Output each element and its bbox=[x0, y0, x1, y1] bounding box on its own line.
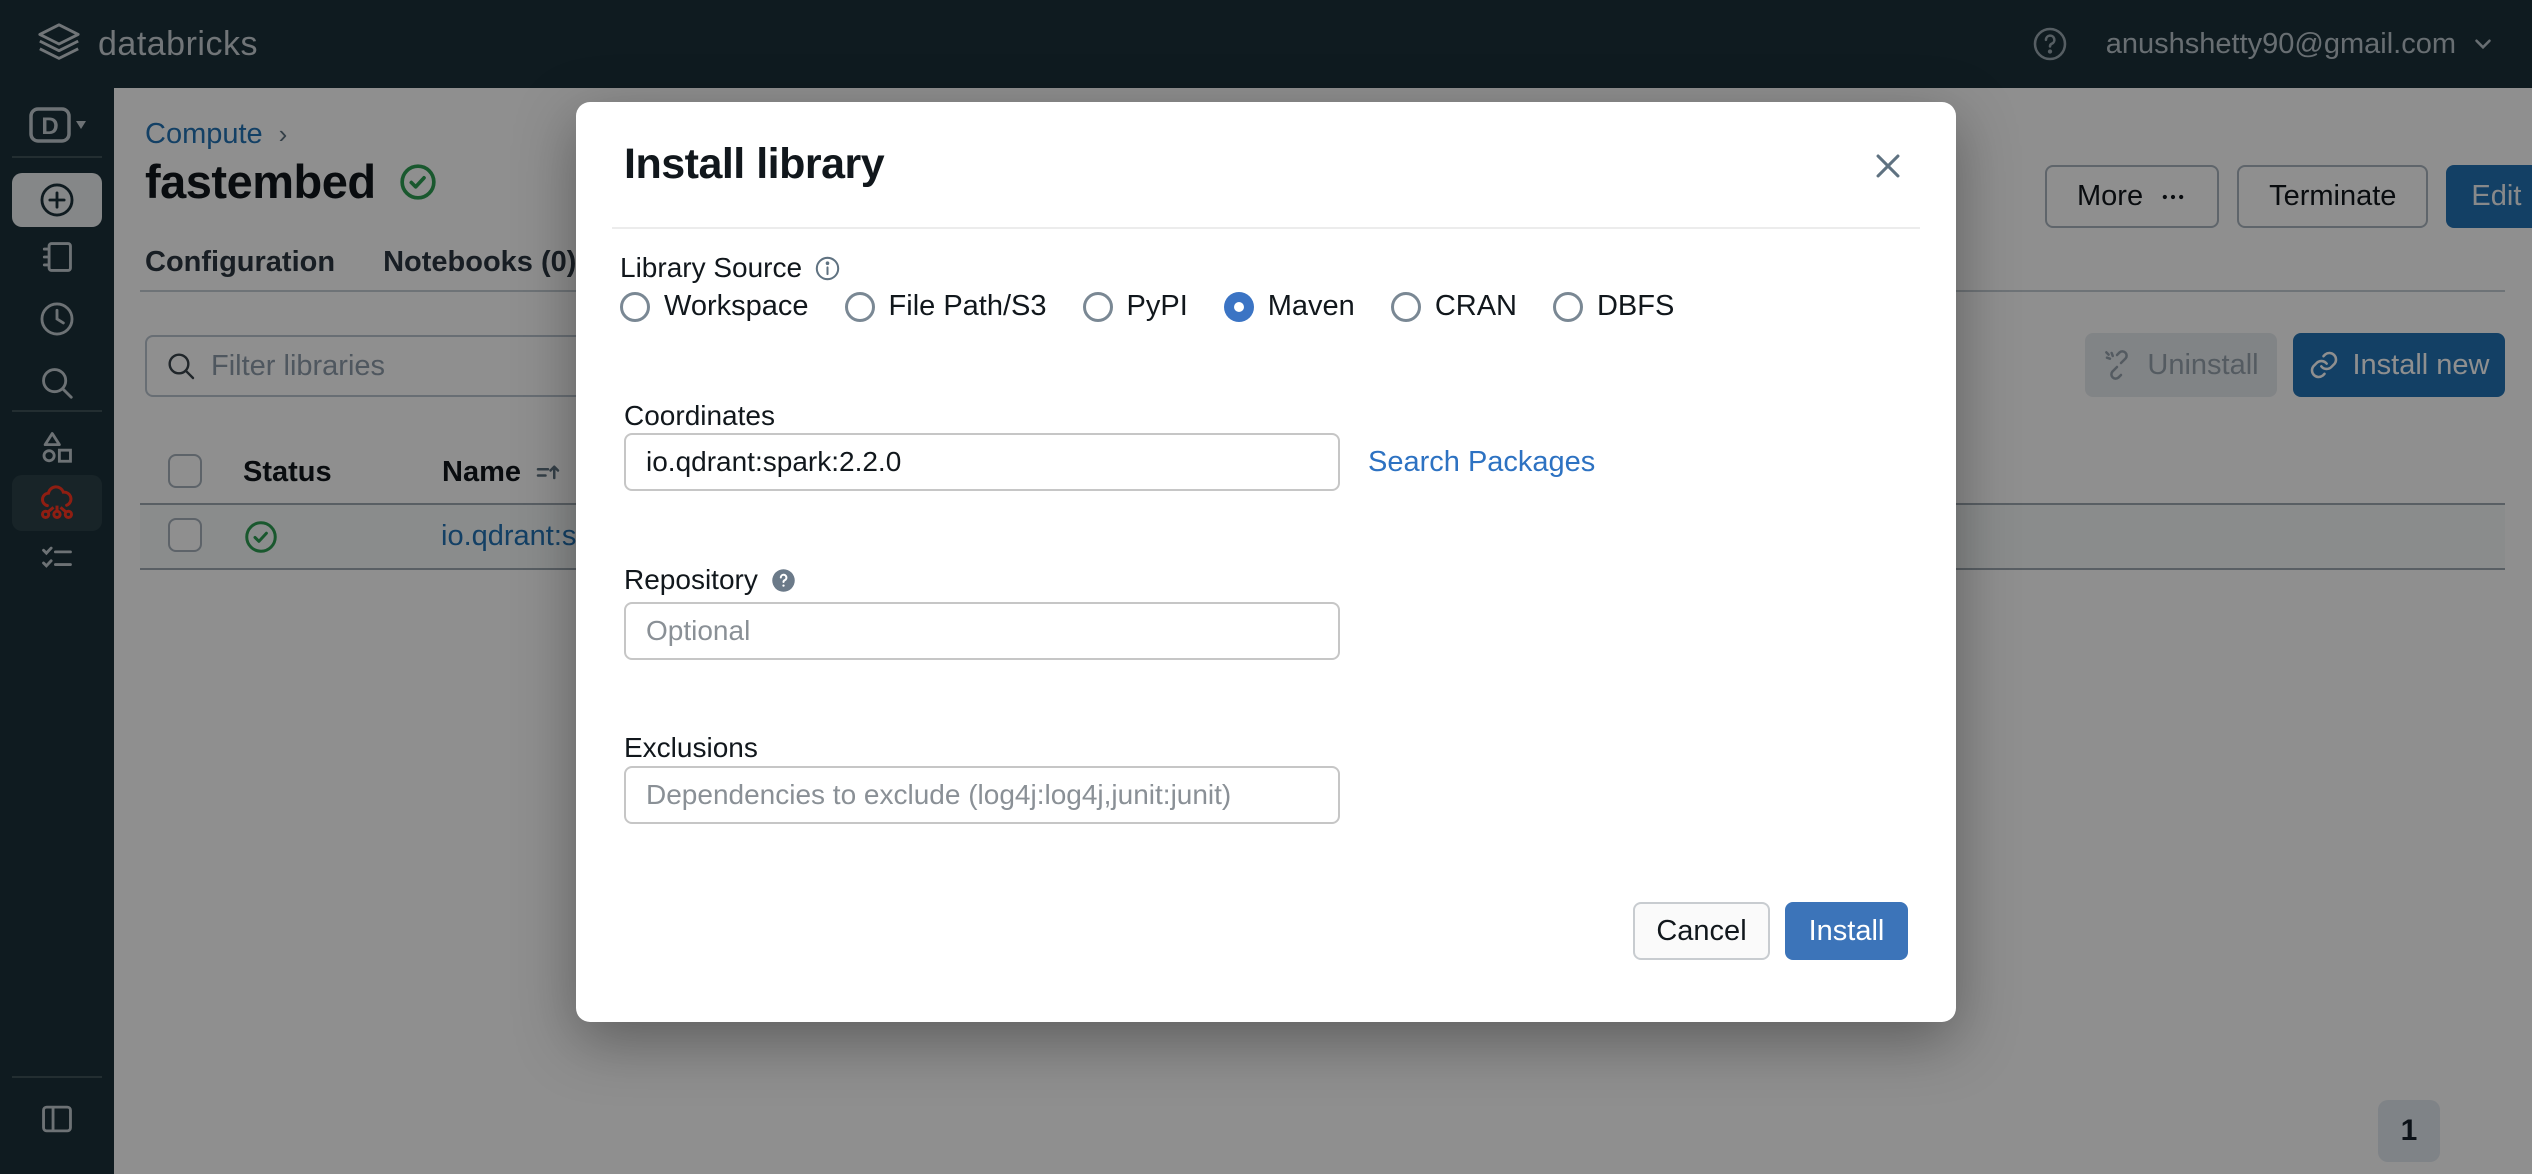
radio-circle bbox=[1553, 292, 1583, 322]
radio-file-path-s3-label: File Path/S3 bbox=[889, 290, 1047, 323]
radio-circle bbox=[1083, 292, 1113, 322]
close-icon bbox=[1871, 149, 1905, 183]
radio-cran-label: CRAN bbox=[1435, 290, 1517, 323]
radio-workspace[interactable]: Workspace bbox=[620, 290, 809, 323]
modal-close-button[interactable] bbox=[1866, 144, 1910, 188]
radio-circle bbox=[1391, 292, 1421, 322]
databricks-screen: databricks anushshetty90@gmail.com D bbox=[0, 0, 2532, 1174]
radio-pypi-label: PyPI bbox=[1127, 290, 1188, 323]
coordinates-input[interactable] bbox=[624, 433, 1340, 491]
exclusions-input[interactable] bbox=[624, 766, 1340, 824]
modal-header-divider bbox=[612, 227, 1920, 229]
install-button[interactable]: Install bbox=[1785, 902, 1908, 960]
radio-cran[interactable]: CRAN bbox=[1391, 290, 1517, 323]
radio-circle bbox=[845, 292, 875, 322]
library-source-label: Library Source bbox=[620, 252, 841, 284]
cancel-button[interactable]: Cancel bbox=[1633, 902, 1770, 960]
search-packages-link[interactable]: Search Packages bbox=[1368, 446, 1595, 479]
library-source-label-text: Library Source bbox=[620, 252, 802, 284]
radio-dbfs-label: DBFS bbox=[1597, 290, 1674, 323]
radio-workspace-label: Workspace bbox=[664, 290, 809, 323]
info-icon bbox=[814, 255, 841, 282]
radio-maven-label: Maven bbox=[1268, 290, 1355, 323]
radio-maven[interactable]: Maven bbox=[1224, 290, 1355, 323]
radio-circle bbox=[620, 292, 650, 322]
exclusions-label: Exclusions bbox=[624, 732, 758, 764]
install-library-modal: Install library Library Source Workspace… bbox=[576, 102, 1956, 1022]
coordinates-label: Coordinates bbox=[624, 400, 775, 432]
modal-title: Install library bbox=[624, 140, 884, 189]
repository-input[interactable] bbox=[624, 602, 1340, 660]
radio-circle-selected bbox=[1224, 292, 1254, 322]
repository-label: Repository bbox=[624, 564, 797, 596]
library-source-radio-group: Workspace File Path/S3 PyPI Maven CRAN D… bbox=[620, 290, 1674, 323]
repository-label-text: Repository bbox=[624, 564, 758, 596]
radio-pypi[interactable]: PyPI bbox=[1083, 290, 1188, 323]
radio-file-path-s3[interactable]: File Path/S3 bbox=[845, 290, 1047, 323]
help-filled-icon bbox=[770, 567, 797, 594]
radio-dbfs[interactable]: DBFS bbox=[1553, 290, 1674, 323]
